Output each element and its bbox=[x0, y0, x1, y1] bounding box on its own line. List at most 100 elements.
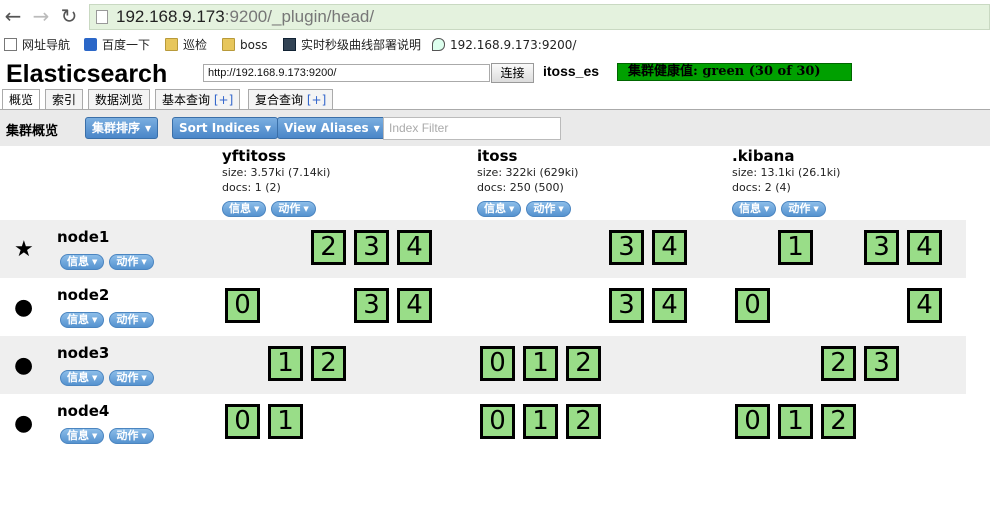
info-button[interactable]: 信息 ▼ bbox=[60, 254, 105, 270]
shard-box[interactable]: 4 bbox=[397, 230, 432, 265]
bookmark-label: 192.168.9.173:9200/ bbox=[450, 38, 577, 52]
node-name: node2 bbox=[57, 286, 110, 304]
shard-box[interactable]: 1 bbox=[778, 404, 813, 439]
shard-box[interactable]: 3 bbox=[354, 230, 389, 265]
pill-label: 信息 bbox=[484, 202, 506, 215]
tab-browser[interactable]: 数据浏览 bbox=[88, 89, 151, 110]
connect-button[interactable]: 连接 bbox=[491, 63, 534, 83]
shard-box[interactable]: 3 bbox=[864, 230, 899, 265]
action-button[interactable]: 动作 ▼ bbox=[109, 370, 154, 386]
tab-compound-query[interactable]: 复合查询 [+] bbox=[248, 89, 334, 110]
caret-down-icon: ▼ bbox=[303, 205, 309, 213]
shard-box[interactable]: 3 bbox=[609, 288, 644, 323]
sort-indices-dropdown[interactable]: Sort Indices ▼ bbox=[172, 117, 278, 139]
caret-down-icon: ▼ bbox=[509, 205, 515, 213]
dropdown-label: 集群排序 bbox=[92, 121, 141, 135]
action-button[interactable]: 动作 ▼ bbox=[271, 201, 316, 217]
bookmark-item[interactable]: 巡检 bbox=[165, 37, 207, 53]
shard-box[interactable]: 1 bbox=[523, 346, 558, 381]
pill-label: 信息 bbox=[739, 202, 761, 215]
shard-box[interactable]: 2 bbox=[566, 404, 601, 439]
index-filter-input[interactable]: Index Filter bbox=[383, 117, 561, 140]
browser-toolbar: ← → ↻ 192.168.9.173:9200/_plugin/head/ bbox=[0, 0, 990, 33]
forward-arrow-icon[interactable]: → bbox=[30, 5, 52, 27]
index-size: size: 3.57ki (7.14ki) bbox=[222, 166, 331, 179]
shard-box[interactable]: 1 bbox=[778, 230, 813, 265]
caret-down-icon: ▼ bbox=[254, 205, 260, 213]
index-docs: docs: 2 (4) bbox=[732, 181, 791, 194]
shard-box[interactable]: 4 bbox=[397, 288, 432, 323]
info-button[interactable]: 信息 ▼ bbox=[60, 428, 105, 444]
caret-down-icon: ▼ bbox=[764, 205, 770, 213]
info-button[interactable]: 信息 ▼ bbox=[732, 201, 777, 217]
shard-box[interactable]: 3 bbox=[864, 346, 899, 381]
bookmarks-bar: 网址导航 百度一下 巡检 boss 实时秒级曲线部署说明 192.168.9.1… bbox=[0, 33, 990, 57]
shard-box[interactable]: 2 bbox=[311, 346, 346, 381]
shard-box[interactable]: 4 bbox=[652, 288, 687, 323]
bookmark-item[interactable]: boss bbox=[222, 37, 267, 53]
caret-down-icon: ▼ bbox=[264, 124, 271, 133]
connect-url-input[interactable]: http://192.168.9.173:9200/ bbox=[203, 64, 490, 82]
shard-box[interactable]: 1 bbox=[523, 404, 558, 439]
info-button[interactable]: 信息 ▼ bbox=[60, 312, 105, 328]
action-button[interactable]: 动作 ▼ bbox=[109, 254, 154, 270]
view-aliases-dropdown[interactable]: View Aliases ▼ bbox=[277, 117, 387, 139]
index-name: .kibana bbox=[732, 147, 795, 165]
info-button[interactable]: 信息 ▼ bbox=[477, 201, 522, 217]
shard-box[interactable]: 0 bbox=[735, 288, 770, 323]
caret-down-icon: ▼ bbox=[141, 432, 147, 440]
overview-title: 集群概览 bbox=[6, 124, 59, 139]
caret-down-icon: ▼ bbox=[145, 124, 152, 133]
shard-box[interactable]: 0 bbox=[735, 404, 770, 439]
shard-box[interactable]: 1 bbox=[268, 404, 303, 439]
caret-down-icon: ▼ bbox=[141, 258, 147, 266]
index-name: yftitoss bbox=[222, 147, 286, 165]
back-arrow-icon[interactable]: ← bbox=[2, 5, 24, 27]
sort-cluster-dropdown[interactable]: 集群排序 ▼ bbox=[85, 117, 159, 139]
shard-box[interactable]: 0 bbox=[480, 404, 515, 439]
folder-icon bbox=[222, 38, 235, 51]
bookmark-label: 巡检 bbox=[183, 38, 208, 52]
url-path: :9200/_plugin/head/ bbox=[224, 7, 375, 26]
action-button[interactable]: 动作 ▼ bbox=[109, 312, 154, 328]
url-host: 192.168.9.173 bbox=[116, 7, 225, 26]
tab-basic-query[interactable]: 基本查询 [+] bbox=[155, 89, 241, 110]
shard-box[interactable]: 4 bbox=[907, 288, 942, 323]
pill-label: 动作 bbox=[278, 202, 301, 215]
index-docs: docs: 250 (500) bbox=[477, 181, 564, 194]
folder-icon bbox=[165, 38, 178, 51]
action-button[interactable]: 动作 ▼ bbox=[781, 201, 826, 217]
reload-icon[interactable]: ↻ bbox=[58, 5, 80, 27]
index-size: size: 13.1ki (26.1ki) bbox=[732, 166, 841, 179]
tab-indices[interactable]: 索引 bbox=[45, 89, 84, 110]
node-row: ★ node1 信息 ▼ 动作 ▼ 2 3 4 3 4 1 3 4 bbox=[0, 220, 966, 278]
node-name: node4 bbox=[57, 402, 110, 420]
info-button[interactable]: 信息 ▼ bbox=[60, 370, 105, 386]
tab-plus: [+] bbox=[306, 93, 327, 107]
action-button[interactable]: 动作 ▼ bbox=[526, 201, 571, 217]
action-button[interactable]: 动作 ▼ bbox=[109, 428, 154, 444]
shard-box[interactable]: 1 bbox=[268, 346, 303, 381]
shard-box[interactable]: 3 bbox=[354, 288, 389, 323]
pill-label: 动作 bbox=[788, 202, 811, 215]
shard-box[interactable]: 0 bbox=[480, 346, 515, 381]
shard-box[interactable]: 4 bbox=[907, 230, 942, 265]
bookmark-item[interactable]: 百度一下 bbox=[84, 37, 150, 53]
shard-box[interactable]: 3 bbox=[609, 230, 644, 265]
shard-box[interactable]: 0 bbox=[225, 404, 260, 439]
shard-box[interactable]: 2 bbox=[821, 346, 856, 381]
address-bar[interactable]: 192.168.9.173:9200/_plugin/head/ bbox=[89, 4, 990, 30]
bookmark-item[interactable]: 实时秒级曲线部署说明 bbox=[283, 37, 423, 53]
bookmark-item[interactable]: 192.168.9.173:9200/ bbox=[432, 37, 576, 53]
shard-box[interactable]: 2 bbox=[311, 230, 346, 265]
tab-overview[interactable]: 概览 bbox=[2, 89, 41, 111]
node-name: node1 bbox=[57, 228, 110, 246]
bookmark-item[interactable]: 网址导航 bbox=[4, 37, 70, 53]
shard-box[interactable]: 0 bbox=[225, 288, 260, 323]
overview-toolbar: 集群概览 集群排序 ▼ Sort Indices ▼ View Aliases ▼ I… bbox=[0, 110, 990, 146]
shard-box[interactable]: 2 bbox=[821, 404, 856, 439]
tab-label: 索引 bbox=[52, 93, 77, 107]
shard-box[interactable]: 4 bbox=[652, 230, 687, 265]
shard-box[interactable]: 2 bbox=[566, 346, 601, 381]
info-button[interactable]: 信息 ▼ bbox=[222, 201, 267, 217]
